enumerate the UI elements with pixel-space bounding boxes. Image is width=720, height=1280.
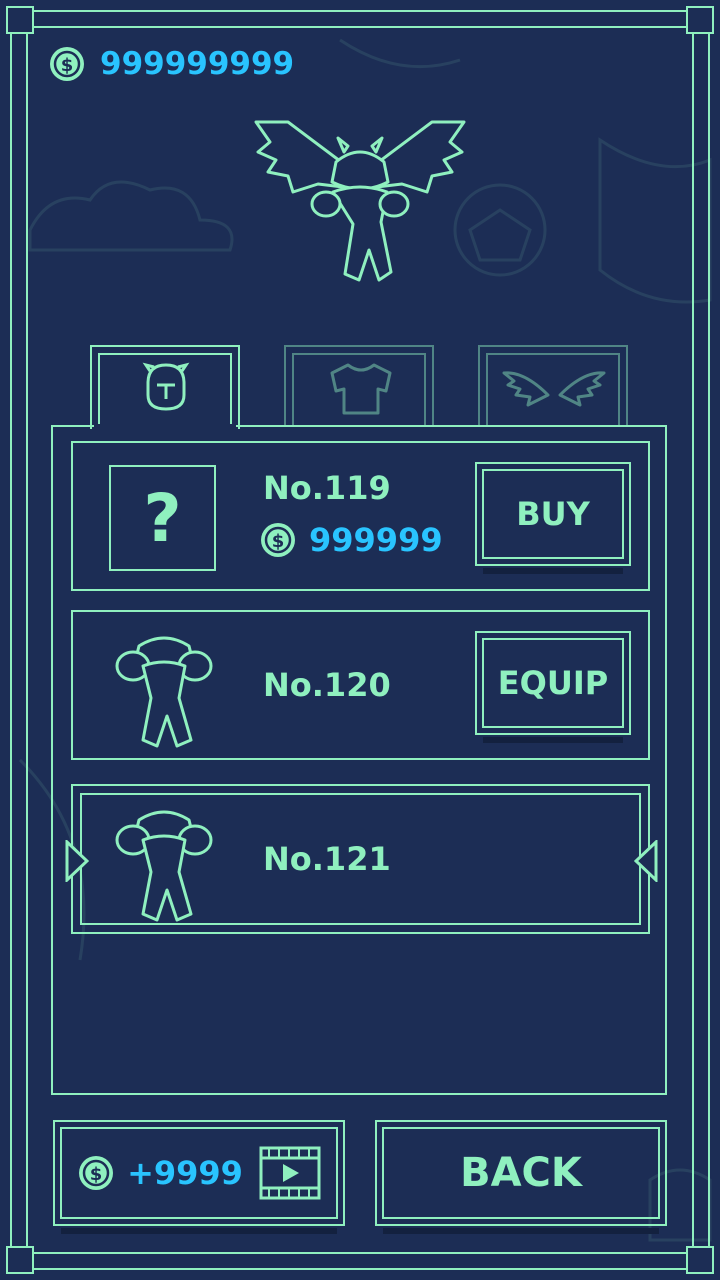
coin-icon: $ [79,1156,114,1190]
corner-ornament [686,1246,714,1274]
question-mark-icon: ? [143,479,182,557]
corner-ornament [6,1246,34,1274]
price-value: 999999 [309,521,443,559]
video-ad-icon [259,1146,321,1200]
tab-head[interactable] [90,345,240,429]
reward-amount: +9999 [127,1154,243,1192]
tab-wings[interactable] [478,345,628,425]
watch-ad-reward-button[interactable]: $ +9999 [53,1120,345,1234]
winged-monster-icon [254,120,466,282]
monster-icon [115,810,213,922]
list-item-119[interactable]: ? No.119 $ 999999 BUY [71,441,650,591]
coin-icon: $ [50,47,84,81]
corner-ornament [686,6,714,34]
equip-button[interactable]: EQUIP [475,631,631,743]
equip-button-label: EQUIP [497,664,609,702]
buy-button-label: BUY [516,495,590,533]
item-number: No.120 [263,666,391,704]
list-item-120[interactable]: No.120 EQUIP [71,610,650,760]
selection-arrow-left-icon [65,840,89,882]
item-price: $ 999999 [259,521,443,559]
coin-balance: 999999999 [100,46,295,82]
currency-display: $ 999999999 [48,44,294,84]
selection-arrow-right-icon [634,840,658,882]
tab-body[interactable] [284,345,434,425]
list-item-121[interactable]: No.121 [65,784,658,934]
svg-text:$: $ [272,531,285,552]
head-icon [142,362,190,411]
coin-icon: $ [261,523,295,557]
item-thumbnail: ? [109,465,216,571]
wings-icon [502,371,606,407]
item-number: No.121 [263,840,391,878]
monster-icon [115,636,213,748]
corner-ornament [6,6,34,34]
shirt-icon [330,363,392,415]
back-button-label: BACK [460,1150,582,1196]
item-number: No.119 [263,469,391,507]
buy-button[interactable]: BUY [475,462,631,574]
back-button[interactable]: BACK [375,1120,667,1234]
svg-text:$: $ [61,55,74,76]
svg-text:$: $ [90,1164,103,1185]
tab-join [94,424,236,430]
